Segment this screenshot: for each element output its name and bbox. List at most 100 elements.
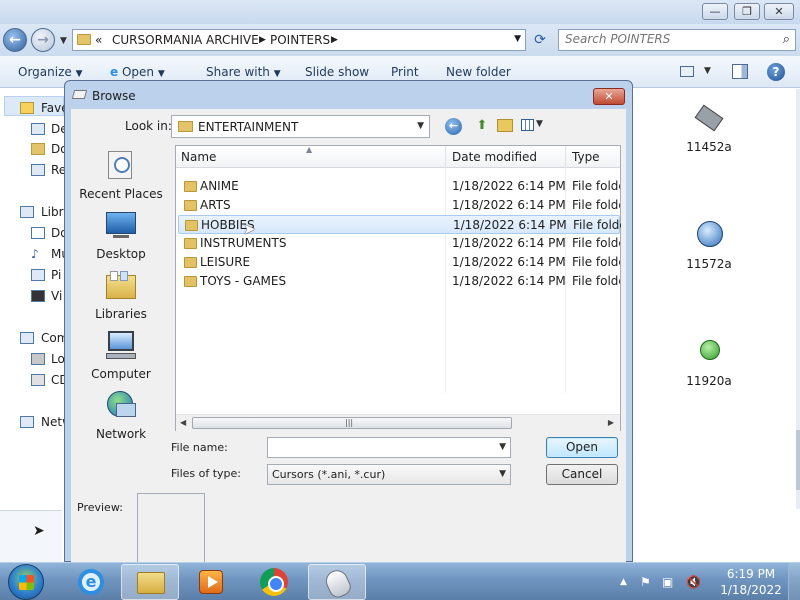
place-computer[interactable]: Computer — [71, 329, 171, 381]
chevron-down-icon[interactable]: ▼ — [499, 469, 506, 479]
show-hidden-icons-icon[interactable]: ▲ — [620, 577, 627, 587]
grip-icon: ||| — [345, 418, 354, 427]
new-folder-icon[interactable] — [497, 119, 513, 132]
file-item[interactable]: 11572a — [673, 217, 745, 271]
dialog-titlebar[interactable]: Browse ✕ — [65, 81, 632, 109]
list-row-anime[interactable]: ANIME 1/18/2022 6:14 PM File folder — [178, 177, 620, 196]
taskbar-internet-explorer[interactable]: e — [62, 564, 120, 600]
file-list[interactable]: Name ▲ Date modified Type ANIME 1/18/202… — [175, 145, 621, 431]
list-row-hobbies[interactable]: HOBBIES 1/18/2022 6:14 PM File folder ➤ — [178, 215, 621, 238]
chevron-down-icon[interactable]: ▼ — [499, 442, 506, 452]
libraries-icon — [20, 206, 34, 218]
column-header-date-modified[interactable]: Date modified — [452, 150, 537, 164]
chevron-down-icon[interactable]: ▼ — [417, 121, 424, 131]
address-bar[interactable]: « CURSORMANIA ARCHIVE ▶ POINTERS ▶ ▼ — [72, 29, 526, 51]
place-network[interactable]: Network — [71, 389, 171, 441]
file-type-label: Files of type: — [171, 467, 242, 480]
taskbar-media-player[interactable] — [182, 564, 240, 600]
network-icon — [20, 416, 34, 428]
taskbar-mouse-properties[interactable] — [308, 564, 366, 600]
open-menu[interactable]: e Open ▼ — [110, 65, 165, 79]
column-divider[interactable] — [445, 146, 446, 168]
views-dropdown-icon[interactable]: ▼ — [536, 119, 543, 129]
search-box[interactable]: ⌕ — [558, 29, 796, 51]
file-item[interactable]: 11920a — [673, 334, 745, 388]
nav-videos[interactable]: Vi — [51, 289, 62, 303]
slide-show-button[interactable]: Slide show — [305, 65, 369, 79]
folder-icon — [137, 572, 165, 594]
clock[interactable]: 6:19 PM 1/18/2022 — [718, 566, 784, 598]
file-name-label: File name: — [171, 441, 228, 454]
column-header-name[interactable]: Name — [181, 150, 216, 164]
list-row-arts[interactable]: ARTS 1/18/2022 6:14 PM File folder — [178, 196, 620, 215]
list-row-instruments[interactable]: INSTRUMENTS 1/18/2022 6:14 PM File folde… — [178, 234, 620, 253]
search-icon[interactable]: ⌕ — [783, 32, 790, 47]
up-one-level-icon[interactable]: ⬆ — [474, 118, 490, 134]
scrollbar-thumb[interactable]: ||| — [192, 417, 512, 429]
column-divider[interactable] — [565, 146, 566, 168]
nav-local-disk[interactable]: Lo — [51, 352, 65, 366]
music-icon: ♪ — [31, 247, 39, 261]
scroll-left-icon[interactable]: ◀ — [180, 418, 186, 427]
taskbar-windows-explorer[interactable] — [121, 564, 179, 600]
computer-icon — [104, 329, 138, 361]
help-icon[interactable]: ? — [767, 63, 785, 81]
desktop-icon — [31, 123, 45, 135]
chevron-down-icon: ▼ — [157, 69, 165, 79]
ie-icon: e — [110, 65, 119, 79]
start-button[interactable] — [8, 564, 44, 600]
back-icon[interactable]: ← — [445, 118, 462, 135]
nav-pictures[interactable]: Pi — [51, 268, 61, 282]
cancel-button[interactable]: Cancel — [546, 464, 618, 485]
back-button[interactable]: ← — [3, 28, 27, 52]
scroll-right-icon[interactable]: ▶ — [608, 418, 614, 427]
look-in-dropdown[interactable]: ENTERTAINMENT ▼ — [171, 115, 430, 138]
place-label: Computer — [91, 367, 151, 381]
change-view-icon[interactable] — [680, 66, 694, 77]
file-item[interactable]: 11452a — [673, 100, 745, 154]
minimize-button[interactable]: — — [702, 3, 728, 20]
organize-menu[interactable]: Organize ▼ — [18, 65, 83, 79]
folder-name: INSTRUMENTS — [200, 236, 287, 250]
list-header: Name ▲ Date modified Type — [176, 145, 620, 168]
place-libraries[interactable]: Libraries — [71, 269, 171, 321]
breadcrumb-cursormania-archive[interactable]: CURSORMANIA ARCHIVE — [112, 33, 259, 47]
file-type-select[interactable]: Cursors (*.ani, *.cur) ▼ — [267, 464, 511, 485]
refresh-icon[interactable]: ⟳ — [528, 29, 552, 51]
open-button[interactable]: Open — [546, 437, 618, 458]
volume-muted-icon[interactable]: 🔇 — [686, 575, 701, 589]
place-desktop[interactable]: Desktop — [71, 209, 171, 261]
list-row-leisure[interactable]: LEISURE 1/18/2022 6:14 PM File folder — [178, 253, 620, 272]
breadcrumb-overflow[interactable]: « — [95, 33, 102, 47]
address-dropdown-icon[interactable]: ▼ — [514, 34, 521, 44]
maximize-button[interactable]: ❐ — [734, 3, 760, 20]
breadcrumb-pointers[interactable]: POINTERS — [270, 33, 330, 47]
share-with-menu[interactable]: Share with ▼ — [206, 65, 281, 79]
close-button[interactable]: ✕ — [764, 3, 794, 20]
horizontal-scrollbar[interactable]: ◀ ||| ▶ — [176, 414, 620, 431]
file-name-combobox[interactable]: ▼ — [267, 437, 511, 458]
taskbar-chrome[interactable] — [245, 564, 303, 600]
breadcrumb-separator-icon[interactable]: ▶ — [259, 35, 266, 45]
file-name-input[interactable] — [272, 440, 492, 454]
folder-icon — [184, 276, 197, 287]
windows-logo-icon — [19, 575, 34, 590]
breadcrumb-separator-icon[interactable]: ▶ — [331, 35, 338, 45]
forward-button[interactable]: → — [31, 28, 55, 52]
search-input[interactable] — [565, 32, 775, 46]
network-icon[interactable]: ▣ — [662, 575, 673, 589]
show-desktop-button[interactable] — [788, 563, 800, 600]
place-recent-places[interactable]: Recent Places — [71, 149, 171, 201]
action-center-flag-icon[interactable]: ⚑ — [640, 575, 651, 589]
list-row-toys-games[interactable]: TOYS - GAMES 1/18/2022 6:14 PM File fold… — [178, 272, 620, 291]
views-icon[interactable] — [521, 119, 534, 131]
view-dropdown-icon[interactable]: ▼ — [704, 66, 711, 76]
scrollbar-thumb[interactable] — [796, 430, 800, 490]
new-folder-button[interactable]: New folder — [446, 65, 511, 79]
column-header-type[interactable]: Type — [572, 150, 600, 164]
preview-pane-icon[interactable] — [732, 64, 748, 79]
local-disk-icon — [31, 353, 45, 365]
print-button[interactable]: Print — [391, 65, 419, 79]
recent-pages-dropdown-icon[interactable]: ▼ — [60, 36, 67, 46]
dialog-close-button[interactable]: ✕ — [593, 88, 625, 105]
